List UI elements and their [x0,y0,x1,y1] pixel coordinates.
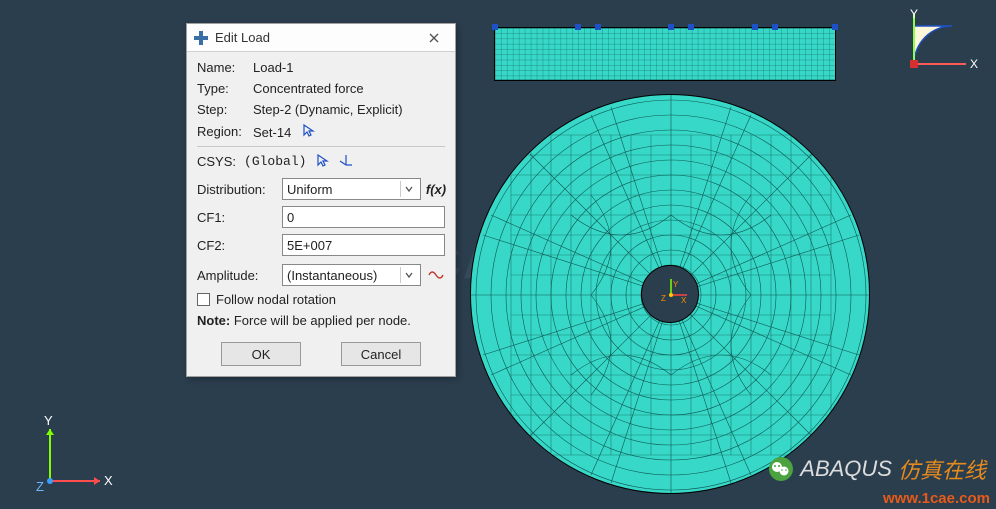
distribution-label: Distribution: [197,182,282,197]
watermark-url: www.1cae.com [883,490,990,507]
close-icon [429,33,439,43]
note-text: Note: Force will be applied per node. [197,313,445,328]
amplitude-select[interactable]: (Instantaneous) [282,264,421,286]
distribution-select[interactable]: Uniform [282,178,421,200]
follow-nodal-rotation-label: Follow nodal rotation [216,292,336,307]
csys-value: (Global) [244,154,306,169]
cf2-input[interactable]: 5E+007 [282,234,445,256]
region-label: Region: [197,124,253,139]
follow-nodal-rotation-checkbox[interactable] [197,293,210,306]
svg-text:X: X [104,473,113,488]
type-value: Concentrated force [253,81,445,96]
pick-region-icon[interactable] [302,124,316,140]
name-label: Name: [197,60,253,75]
close-button[interactable] [419,28,449,48]
cancel-button[interactable]: Cancel [341,342,421,366]
create-csys-icon[interactable] [338,153,354,170]
edit-load-dialog: Edit Load Name: Load-1 Type: Concentrate… [186,23,456,377]
type-label: Type: [197,81,253,96]
view-orientation-gizmo[interactable]: X Y [896,8,988,80]
svg-text:Z: Z [36,479,44,494]
svg-text:Y: Y [44,413,53,428]
watermark-brand: ABAQUS 仿真在线 [768,453,986,485]
dialog-title: Edit Load [215,30,419,45]
create-amplitude-icon[interactable] [427,268,445,282]
amplitude-label: Amplitude: [197,268,282,283]
field-function-icon[interactable]: f(x) [427,182,445,197]
cf1-input[interactable]: 0 [282,206,445,228]
global-triad: X Y Z [28,411,118,501]
name-value: Load-1 [253,60,445,75]
ok-button[interactable]: OK [221,342,301,366]
chevron-down-icon [400,267,416,283]
svg-text:X: X [970,57,978,71]
app-icon [193,30,209,46]
region-value: Set-14 [253,123,445,140]
step-value: Step-2 (Dynamic, Explicit) [253,102,445,117]
step-label: Step: [197,102,253,117]
dialog-titlebar[interactable]: Edit Load [187,24,455,52]
chevron-down-icon [400,181,416,197]
svg-text:Z: Z [661,294,666,303]
csys-label: CSYS: [197,154,236,169]
viewport-3d[interactable]: 1CAE.com [0,0,996,509]
cf2-label: CF2: [197,238,282,253]
svg-text:Y: Y [673,280,679,289]
mesh-disk[interactable]: Y X Z [470,94,870,494]
pick-csys-icon[interactable] [316,153,330,170]
wechat-icon [768,456,794,482]
mesh-plate[interactable] [494,27,836,81]
cf1-label: CF1: [197,210,282,225]
svg-text:Y: Y [910,8,918,21]
svg-text:X: X [681,296,687,305]
